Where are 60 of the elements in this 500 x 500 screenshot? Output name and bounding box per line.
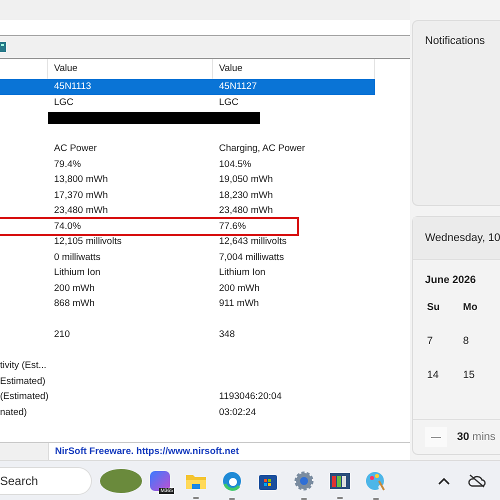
weekday-label: Mo <box>463 302 478 313</box>
calendar-day[interactable]: 14 <box>427 369 463 381</box>
table-cell: 7,004 milliwatts <box>219 252 284 262</box>
chevron-up-icon[interactable] <box>438 476 450 484</box>
table-cell: 17,370 mWh <box>54 190 108 200</box>
decrease-button[interactable]: — <box>425 427 447 447</box>
table-cell: 104.5% <box>219 158 252 170</box>
table-cell: nated) <box>0 406 27 418</box>
running-indicator <box>373 498 379 500</box>
focus-duration: 30 mins <box>457 431 496 443</box>
table-cell: 200 mWh <box>54 282 95 294</box>
table-cell: Estimated) <box>0 376 46 386</box>
photo-placeholder[interactable] <box>100 468 142 492</box>
table-cell: Lithium Ion <box>219 267 266 278</box>
table-cell: 77.6% <box>219 220 246 232</box>
table-cell: 79.4% <box>54 158 81 170</box>
running-indicator <box>193 496 199 498</box>
table-cell: 0 milliwatts <box>54 252 100 262</box>
panel-title: Notifications <box>425 35 485 47</box>
paint-palette-icon[interactable] <box>366 470 386 490</box>
table-cell: Charging, AC Power <box>219 143 306 154</box>
table-cell: 23,480 mWh <box>54 205 108 216</box>
running-indicator <box>301 498 307 500</box>
table-cell: 03:02:24 <box>219 406 256 418</box>
table-cell: 911 mWh <box>219 298 259 309</box>
running-indicator <box>337 496 343 498</box>
browser-icon[interactable] <box>222 470 242 490</box>
website-link[interactable]: NirSoft Freeware. https://www.nirsoft.net <box>55 446 239 457</box>
table-cell: Lithium Ion <box>54 267 100 278</box>
weekday-label: Su <box>427 302 441 313</box>
table-cell: 200 mWh <box>219 282 260 294</box>
table-cell: 1193046:20:04 <box>219 391 282 402</box>
app-icon[interactable] <box>0 41 7 53</box>
table-cell: 74.0% <box>54 220 81 232</box>
calendar-day[interactable]: 8 <box>463 335 499 347</box>
table-cell: 12,105 millivolts <box>54 236 122 247</box>
table-cell: AC Power <box>54 143 97 154</box>
cloud-off-icon[interactable] <box>468 474 486 488</box>
search-field[interactable]: Search <box>0 466 92 494</box>
settings-icon[interactable] <box>294 470 314 490</box>
table-cell: 23,480 mWh <box>219 205 273 216</box>
table-cell: (Estimated) <box>0 391 49 402</box>
table-cell: 868 mWh <box>54 298 95 309</box>
calendar-day[interactable]: 15 <box>463 369 499 381</box>
table-cell: 13,800 mWh <box>54 174 108 185</box>
table-cell: 19,050 mWh <box>219 174 273 185</box>
table-cell: 348 <box>219 329 235 340</box>
table-cell: tivity (Est... <box>0 360 46 371</box>
table-cell: LGC <box>54 96 74 108</box>
calendar-day[interactable]: 7 <box>427 335 463 347</box>
table-cell: 45N1113 <box>54 81 92 92</box>
running-indicator <box>229 498 235 500</box>
table-cell: 45N1127 <box>219 81 257 92</box>
table-cell: 18,230 mWh <box>219 190 273 200</box>
table-cell: 12,643 millivolts <box>219 236 287 247</box>
table-cell: 210 <box>54 329 70 340</box>
date-label: Wednesday, 10 <box>425 232 500 244</box>
table-cell: LGC <box>219 96 239 108</box>
app-window-icon[interactable] <box>329 472 351 490</box>
month-label: June 2026 <box>424 273 477 288</box>
